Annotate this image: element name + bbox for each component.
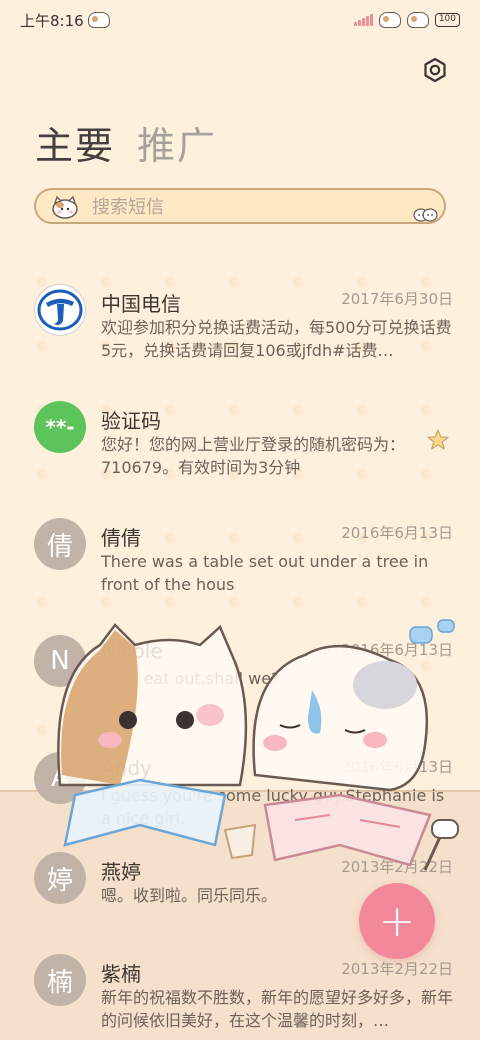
china-telecom-logo-icon bbox=[34, 284, 86, 336]
status-right: 100 bbox=[353, 12, 460, 28]
tab-bar: 主要 推广 bbox=[35, 115, 217, 170]
message-date: 2017年6月30日 bbox=[341, 290, 453, 308]
settings-button[interactable] bbox=[420, 55, 450, 85]
signal-icon bbox=[353, 14, 373, 26]
sender-name: 验证码 bbox=[101, 409, 161, 433]
list-item[interactable]: N Nicole 2016年6月13日 Let's eat out,shall … bbox=[0, 621, 480, 738]
sender-name: 倩倩 bbox=[101, 526, 141, 550]
avatar: N bbox=[34, 635, 86, 687]
cat-sticker-icon bbox=[406, 12, 429, 28]
tab-primary[interactable]: 主要 bbox=[35, 115, 115, 170]
message-date: 2013年2月22日 bbox=[341, 858, 453, 876]
cat-sticker-icon bbox=[87, 12, 110, 28]
cat-sticker-icon bbox=[378, 12, 401, 28]
message-preview: 欢迎参加积分兑换话费活动，每500分可兑换话费5元，兑换话费请回复106或jfd… bbox=[101, 318, 452, 360]
avatar: **- bbox=[34, 401, 86, 453]
search-input[interactable]: 搜索短信 bbox=[34, 188, 446, 224]
new-message-button[interactable]: + bbox=[359, 883, 435, 959]
sender-name: Nicole bbox=[101, 639, 163, 663]
message-preview: There was a table set out under a tree i… bbox=[101, 552, 429, 594]
avatar: A bbox=[34, 752, 86, 804]
message-date: 2016年6月13日 bbox=[341, 641, 453, 659]
battery-icon: 100 bbox=[434, 13, 460, 27]
message-preview: 您好！您的网上营业厅登录的随机密码为：710679。有效时间为3分钟 bbox=[101, 435, 406, 477]
plus-icon: + bbox=[378, 895, 416, 947]
avatar: 倩 bbox=[34, 518, 86, 570]
status-left: 上午8:16 bbox=[20, 10, 110, 31]
message-date: 2016年6月13日 bbox=[341, 524, 453, 542]
search-placeholder: 搜索短信 bbox=[92, 197, 164, 218]
gear-icon bbox=[424, 57, 446, 83]
cat-search-icon bbox=[52, 195, 78, 219]
message-date: 2016年6月13日 bbox=[341, 758, 453, 776]
cat-sticker-icon bbox=[413, 208, 438, 222]
avatar: 婷 bbox=[34, 852, 86, 904]
list-item[interactable]: **- 验证码 您好！您的网上营业厅登录的随机密码为：710679。有效时间为3… bbox=[0, 387, 480, 504]
list-item[interactable]: 中国电信 2017年6月30日 欢迎参加积分兑换话费活动，每500分可兑换话费5… bbox=[0, 270, 480, 387]
list-item[interactable]: A Andy 2016年6月13日 I guess you're some lu… bbox=[0, 738, 480, 838]
sender-name: 燕婷 bbox=[101, 860, 141, 884]
sender-name: Andy bbox=[101, 756, 152, 780]
status-time: 上午8:16 bbox=[20, 11, 84, 30]
tab-promotions[interactable]: 推广 bbox=[137, 115, 217, 170]
message-preview: I guess you're some lucky guy.Stephanie … bbox=[101, 786, 445, 828]
sender-name: 中国电信 bbox=[101, 292, 181, 316]
star-icon bbox=[427, 429, 449, 450]
avatar: 楠 bbox=[34, 954, 86, 1006]
status-bar: 上午8:16 100 bbox=[0, 0, 480, 40]
list-item[interactable]: 倩 倩倩 2016年6月13日 There was a table set ou… bbox=[0, 504, 480, 621]
message-preview: 新年的祝福数不胜数，新年的愿望好多好多，新年的问候依旧美好，在这个温馨的时刻，… bbox=[101, 988, 454, 1030]
message-preview: Let's eat out,shall we? bbox=[101, 669, 280, 688]
message-date: 2013年2月22日 bbox=[341, 960, 453, 978]
sender-name: 紫楠 bbox=[101, 962, 141, 986]
